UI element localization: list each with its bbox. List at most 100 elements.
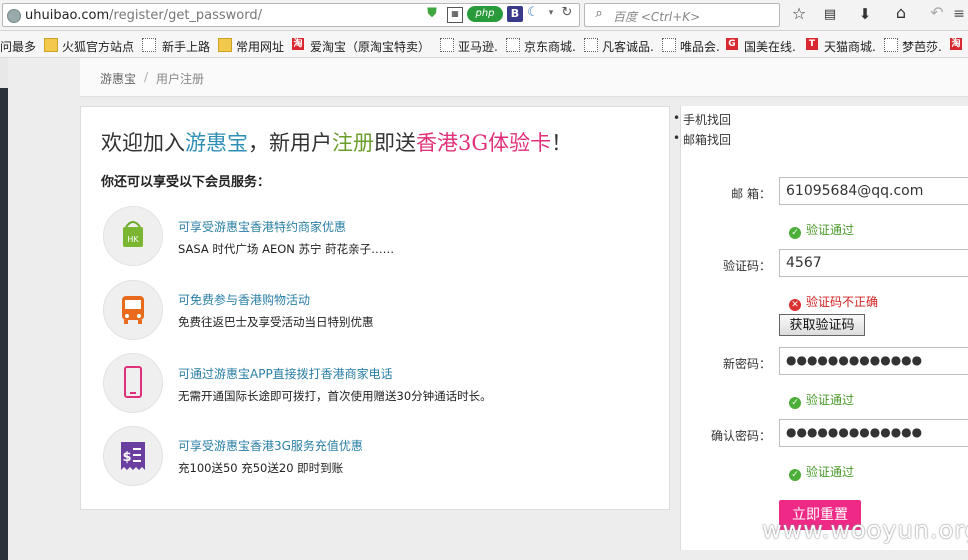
service-title: 可享受游惠宝香港特约商家优惠 bbox=[178, 220, 347, 234]
star-icon[interactable]: ☆ bbox=[790, 6, 808, 22]
bookmark-item[interactable]: 新手上路 bbox=[162, 38, 210, 55]
bookmark-item[interactable]: 常用网址 bbox=[236, 38, 284, 55]
bookmark-item[interactable]: 爱淘宝（原淘宝特卖） bbox=[310, 38, 430, 55]
home-icon[interactable]: ⌂ bbox=[892, 5, 910, 21]
dropdown-icon[interactable]: ▾ bbox=[545, 5, 557, 21]
headline-text: 欢迎加入 bbox=[101, 131, 185, 155]
reset-form-panel: 手机找回 邮箱找回 邮 箱： 61095684@qq.com ✓ 验证通过 验证码… bbox=[673, 106, 968, 550]
headline-card: 香港3G体验卡 bbox=[416, 131, 552, 155]
service-desc: 充100送50 充50送20 即时到账 bbox=[178, 461, 344, 475]
bookmark-item[interactable]: 唯品会. bbox=[680, 38, 720, 55]
taobao-icon: 淘 bbox=[950, 38, 962, 50]
headline-text: 即送 bbox=[374, 131, 416, 155]
services-subhead: 你还可以享受以下会员服务： bbox=[101, 175, 271, 190]
menu-icon[interactable]: ≡ bbox=[952, 6, 966, 22]
bookmark-item[interactable]: 凡客诚品. bbox=[602, 38, 654, 55]
headline-brand: 游惠宝 bbox=[185, 131, 248, 155]
bus-icon bbox=[122, 296, 144, 324]
bookmark-item[interactable]: 国美在线. bbox=[744, 38, 796, 55]
browser-toolbar: uhuibao.com/register/get_password/ ⛊ ▦ p… bbox=[0, 0, 968, 31]
breadcrumb-separator: / bbox=[144, 70, 149, 84]
search-icon: ⌕ bbox=[595, 6, 603, 21]
bookmark-item[interactable]: 天猫商城. bbox=[824, 38, 876, 55]
qr-icon[interactable]: ▦ bbox=[447, 7, 463, 23]
b-icon[interactable]: B bbox=[507, 6, 523, 22]
gome-icon: G bbox=[726, 38, 738, 50]
email-field[interactable]: 61095684@qq.com bbox=[779, 177, 968, 205]
new-password-field[interactable]: ●●●●●●●●●●●●● bbox=[779, 347, 968, 375]
bookmark-item[interactable]: 京东商城. bbox=[524, 38, 576, 55]
left-edge-strip-top bbox=[0, 58, 8, 88]
folder-icon bbox=[218, 38, 232, 52]
url-field[interactable]: uhuibao.com/register/get_password/ ⛊ ▦ p… bbox=[2, 3, 580, 27]
service-title: 可免费参与香港购物活动 bbox=[178, 293, 311, 307]
phone-icon bbox=[124, 366, 142, 398]
email-label: 邮 箱： bbox=[731, 187, 771, 201]
page-icon bbox=[440, 38, 454, 52]
taobao-icon: 淘 bbox=[292, 38, 304, 50]
service-icon-circle bbox=[103, 280, 163, 340]
search-placeholder: 百度 <Ctrl+K> bbox=[613, 10, 701, 24]
breadcrumb-current: 用户注册 bbox=[156, 72, 205, 86]
headline-register: 注册 bbox=[332, 131, 374, 155]
page-icon bbox=[884, 38, 898, 52]
headline-text: ！ bbox=[551, 131, 573, 155]
code-status: ✕ 验证码不正确 bbox=[789, 293, 878, 311]
hk-badge: HK bbox=[127, 235, 139, 244]
confirm-label: 确认密码： bbox=[710, 429, 771, 443]
page-icon bbox=[506, 38, 520, 52]
email-status-text: 验证通过 bbox=[806, 223, 855, 237]
email-status: ✓ 验证通过 bbox=[789, 221, 854, 239]
code-status-text: 验证码不正确 bbox=[806, 295, 879, 309]
shield-icon[interactable]: ⛊ bbox=[425, 6, 439, 22]
bookmark-item[interactable]: 梦芭莎. bbox=[902, 38, 942, 55]
error-icon: ✕ bbox=[789, 299, 801, 311]
breadcrumb: 游惠宝 / 用户注册 bbox=[80, 58, 968, 97]
headline-text: ，新用户 bbox=[248, 131, 332, 155]
service-desc: SASA 时代广场 AEON 苏宁 莳花亲子…… bbox=[178, 242, 395, 256]
bookmarks-bar: 问最多 火狐官方站点 新手上路 常用网址 淘 爱淘宝（原淘宝特卖） 亚马逊. 京… bbox=[0, 31, 968, 58]
page-title: 欢迎加入游惠宝，新用户注册即送香港3G体验卡！ bbox=[101, 127, 572, 157]
confirm-status: ✓ 验证通过 bbox=[789, 463, 854, 481]
bookmark-item[interactable]: 亚马逊. bbox=[458, 38, 498, 55]
page-icon bbox=[142, 38, 156, 52]
moon-icon[interactable]: ☾ bbox=[525, 5, 541, 21]
check-icon: ✓ bbox=[789, 227, 801, 239]
url-text: uhuibao.com/register/get_password/ bbox=[25, 8, 262, 23]
php-icon[interactable]: php bbox=[467, 6, 503, 22]
url-host: uhuibao.com bbox=[25, 8, 110, 23]
service-title: 可通过游惠宝APP直接拨打香港商家电话 bbox=[178, 367, 393, 381]
breadcrumb-home-link[interactable]: 游惠宝 bbox=[100, 70, 136, 87]
service-title: 可享受游惠宝香港3G服务充值优惠 bbox=[178, 439, 363, 453]
page-icon bbox=[584, 38, 598, 52]
svg-text:$: $ bbox=[122, 450, 131, 465]
confirm-status-text: 验证通过 bbox=[806, 465, 855, 479]
service-icon-circle: HK bbox=[103, 206, 163, 266]
shopping-bag-icon: HK bbox=[123, 221, 143, 247]
bookmark-item[interactable]: 火狐官方站点 bbox=[62, 38, 134, 55]
back-icon[interactable]: ↶ bbox=[928, 5, 946, 21]
download-icon[interactable]: ⬇ bbox=[856, 6, 874, 22]
sim-card-icon: $ bbox=[121, 442, 145, 470]
get-code-button[interactable]: 获取验证码 bbox=[779, 314, 865, 336]
reload-icon[interactable]: ↻ bbox=[559, 5, 575, 21]
bookmarks-icon[interactable]: ▤ bbox=[822, 7, 838, 23]
password-status-text: 验证通过 bbox=[806, 393, 855, 407]
page-icon bbox=[662, 38, 676, 52]
code-label: 验证码： bbox=[722, 259, 771, 273]
phone-recovery-link[interactable]: 手机找回 bbox=[673, 111, 731, 128]
confirm-password-field[interactable]: ●●●●●●●●●●●●● bbox=[779, 419, 968, 447]
service-desc: 免费往返巴士及享受活动当日特别优惠 bbox=[178, 315, 374, 329]
service-icon-circle: $ bbox=[103, 426, 163, 486]
captcha-field[interactable]: 4567 bbox=[779, 249, 968, 277]
bookmark-item[interactable]: 问最多 bbox=[0, 38, 36, 55]
url-path: /register/get_password/ bbox=[109, 8, 263, 23]
tmall-icon: T bbox=[806, 38, 818, 50]
watermark: www.wooyun.org bbox=[762, 516, 968, 544]
email-recovery-link[interactable]: 邮箱找回 bbox=[673, 131, 731, 148]
check-icon: ✓ bbox=[789, 469, 801, 481]
promo-panel: 欢迎加入游惠宝，新用户注册即送香港3G体验卡！ 你还可以享受以下会员服务： HK… bbox=[80, 106, 670, 510]
password-status: ✓ 验证通过 bbox=[789, 391, 854, 409]
search-field[interactable]: ⌕ 百度 <Ctrl+K> bbox=[584, 3, 780, 27]
service-icon-circle bbox=[103, 353, 163, 413]
